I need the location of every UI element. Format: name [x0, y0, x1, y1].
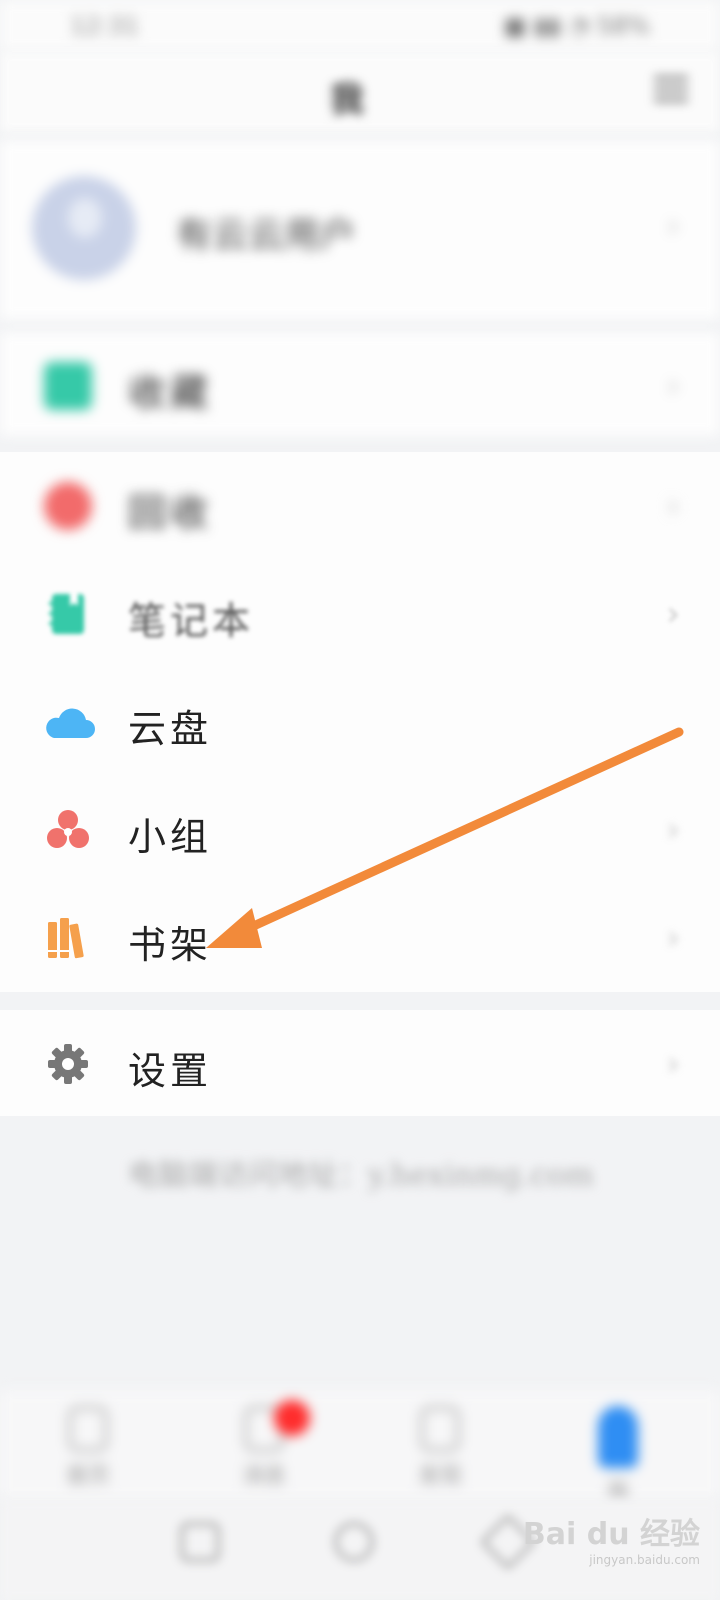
- cloud-icon: [46, 708, 95, 738]
- page-title: 我: [330, 80, 364, 120]
- chevron-right-icon: ›: [666, 594, 680, 634]
- tab-home[interactable]: 首页: [38, 1406, 138, 1490]
- menu-item-label: 书架: [128, 923, 213, 967]
- gear-icon: [48, 1044, 88, 1084]
- menu-item-bookshelf[interactable]: 书架 ›: [0, 884, 720, 992]
- pc-access-hint: 电脑端访问地址：y.hexinmg.com: [128, 1158, 594, 1193]
- red-badge-icon: [44, 482, 92, 530]
- menu-item-label: 回收: [128, 491, 213, 535]
- watermark-url: jingyan.baidu.com: [589, 1553, 700, 1567]
- tab-label: 首页: [65, 1464, 110, 1489]
- status-bar: 12:31 ■ ▮▮ ◔ 58%: [0, 0, 720, 52]
- status-indicators: ■ ▮▮ ◔ 58%: [503, 12, 650, 40]
- notification-badge: [274, 1400, 310, 1436]
- recent-apps-button[interactable]: [180, 1522, 220, 1562]
- chevron-right-icon: ›: [666, 1044, 680, 1084]
- menu-item-red[interactable]: 回收 ›: [0, 452, 720, 560]
- menu-item-cloud[interactable]: 云盘: [0, 668, 720, 776]
- menu-item-settings[interactable]: 设置 ›: [0, 1010, 720, 1118]
- watermark-brand: Bai du 经验: [522, 1517, 700, 1552]
- menu-item-label: 云盘: [128, 707, 213, 751]
- tab-discover[interactable]: 发现: [390, 1406, 490, 1490]
- tab-messages[interactable]: 消息: [214, 1400, 314, 1490]
- baidu-jingyan-watermark: Bai du 经验 jingyan.baidu.com: [522, 1517, 700, 1567]
- chevron-right-icon: ›: [666, 810, 680, 850]
- home-icon: [68, 1406, 108, 1452]
- settings-card: 设置 ›: [0, 1010, 720, 1116]
- menu-item-label: 收藏: [128, 371, 213, 415]
- menu-item-favorites[interactable]: 收藏 ›: [0, 332, 720, 440]
- menu-item-label: 设置: [128, 1049, 213, 1093]
- top-bar: 我: [0, 52, 720, 132]
- home-button[interactable]: [334, 1522, 374, 1562]
- notebook-icon: [49, 594, 84, 634]
- group-icon: [47, 810, 89, 848]
- status-time: 12:31: [70, 12, 140, 40]
- tab-label: 发现: [417, 1464, 462, 1489]
- main-menu-card: 回收 › 笔记本 › 云盘 小组 › 书架 ›: [0, 452, 720, 992]
- menu-icon[interactable]: [654, 76, 688, 106]
- user-icon: [598, 1406, 638, 1468]
- bookshelf-icon: [48, 918, 84, 959]
- favorites-card: 收藏 ›: [0, 332, 720, 436]
- chevron-right-icon: ›: [666, 486, 680, 526]
- tab-me[interactable]: 我: [568, 1406, 668, 1506]
- chevron-right-icon: ›: [666, 206, 680, 246]
- chevron-right-icon: ›: [666, 918, 680, 958]
- menu-item-group[interactable]: 小组 ›: [0, 776, 720, 884]
- menu-item-notebook[interactable]: 笔记本 ›: [0, 560, 720, 668]
- profile-name: 有云云用户: [176, 215, 357, 256]
- discover-icon: [420, 1406, 460, 1452]
- tab-label: 消息: [241, 1464, 286, 1489]
- chevron-right-icon: ›: [666, 366, 680, 406]
- menu-item-label: 小组: [128, 815, 213, 859]
- avatar[interactable]: [32, 176, 136, 280]
- bottom-nav: 首页 消息 发现 我: [0, 1390, 720, 1505]
- profile-card[interactable]: 有云云用户 ›: [0, 140, 720, 320]
- menu-item-label: 笔记本: [128, 599, 255, 643]
- favorites-icon: [44, 362, 92, 410]
